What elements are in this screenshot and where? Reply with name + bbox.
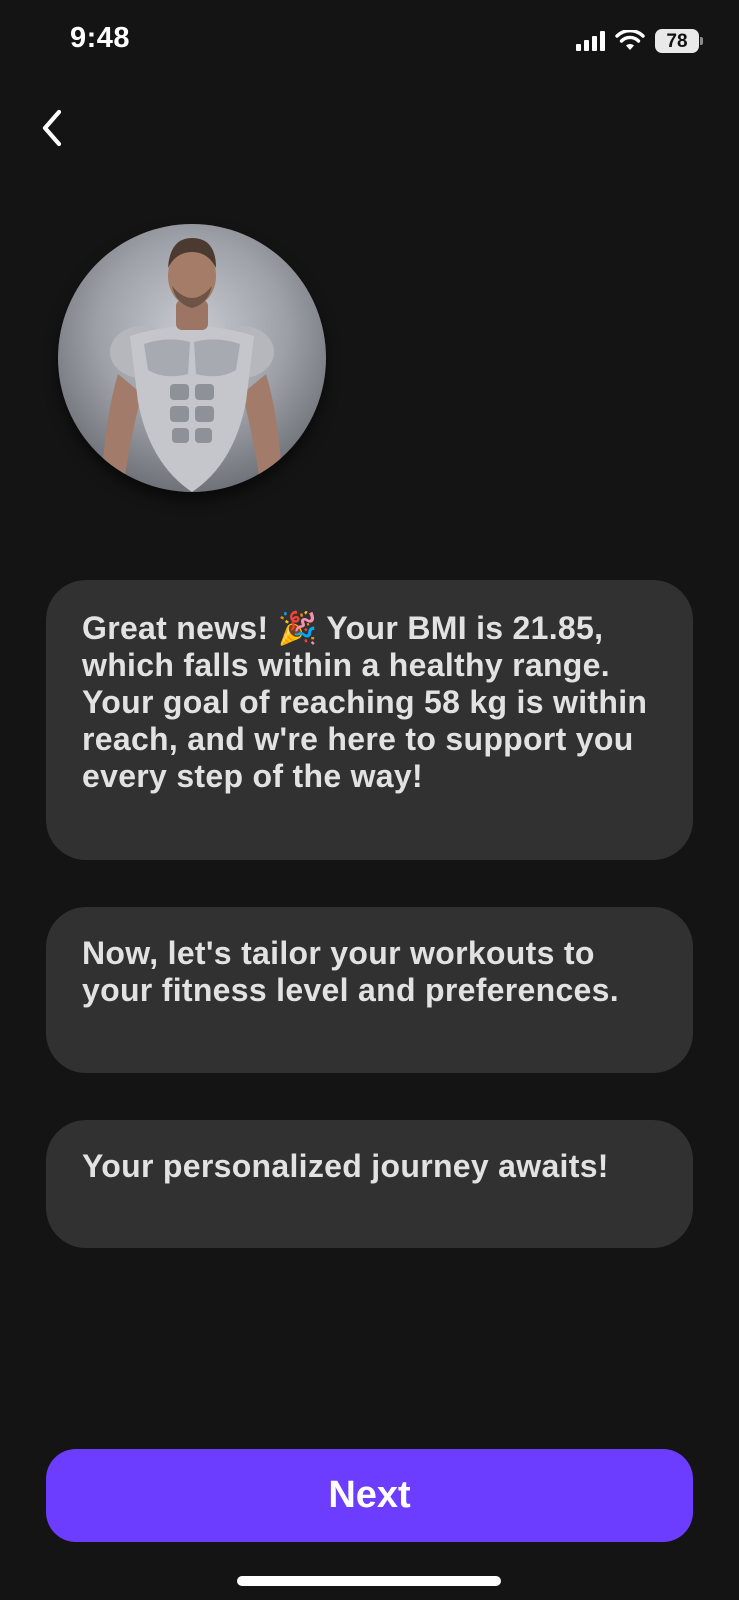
message-bubble: Great news! 🎉 Your BMI is 21.85, which f… — [46, 580, 693, 860]
back-button[interactable] — [30, 102, 74, 154]
message-text: Your personalized journey awaits! — [82, 1148, 609, 1184]
status-icons: 78 — [576, 26, 703, 56]
coach-avatar — [58, 224, 326, 492]
home-indicator — [237, 1576, 501, 1586]
message-bubble: Your personalized journey awaits! — [46, 1120, 693, 1248]
status-bar: 9:48 78 — [0, 0, 739, 80]
battery-icon: 78 — [655, 29, 703, 53]
message-text: Now, let's tailor your workouts to your … — [82, 935, 619, 1008]
next-button[interactable]: Next — [46, 1449, 693, 1542]
fitness-coach-avatar-image — [102, 238, 282, 492]
chevron-left-icon — [42, 109, 62, 147]
battery-level: 78 — [666, 30, 688, 52]
message-text: Great news! 🎉 Your BMI is 21.85, which f… — [82, 610, 648, 794]
message-bubble: Now, let's tailor your workouts to your … — [46, 907, 693, 1073]
signal-icon — [576, 31, 605, 51]
wifi-icon — [615, 30, 645, 50]
status-time: 9:48 — [70, 22, 131, 54]
